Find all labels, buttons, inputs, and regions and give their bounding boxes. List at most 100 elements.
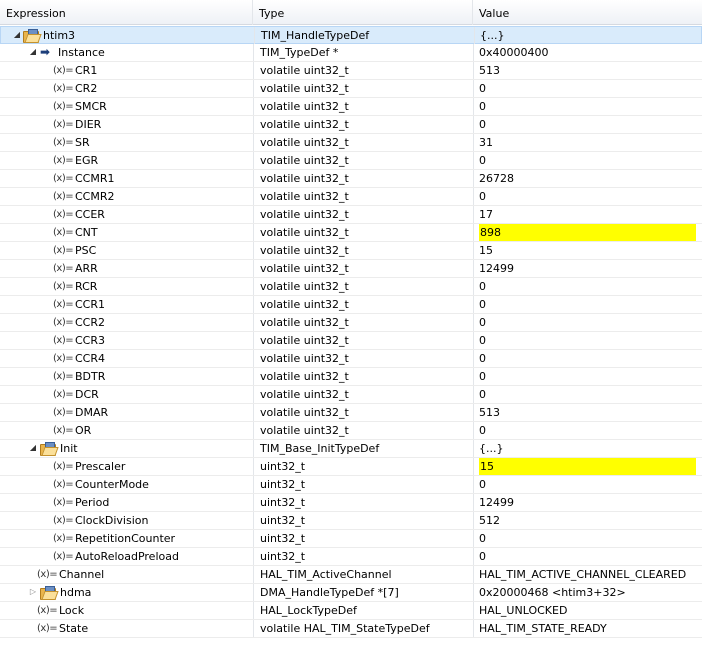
tree-row[interactable]: (x)= ClockDivision uint32_t 512 [0, 512, 702, 530]
value-cell[interactable]: 0x20000468 <htim3+32> [473, 584, 702, 601]
tree-row[interactable]: (x)= SR volatile uint32_t 31 [0, 134, 702, 152]
tree-row[interactable]: (x)= CounterMode uint32_t 0 [0, 476, 702, 494]
value-text: 0x20000468 <htim3+32> [479, 586, 626, 599]
value-cell[interactable]: {...} [473, 440, 702, 457]
tree-row[interactable]: ◢ ➡ Instance TIM_TypeDef * 0x40000400 [0, 44, 702, 62]
value-text: HAL_TIM_ACTIVE_CHANNEL_CLEARED [479, 568, 687, 581]
value-cell[interactable]: 0 [473, 476, 702, 493]
tree-row[interactable]: (x)= Period uint32_t 12499 [0, 494, 702, 512]
variable-icon: (x)= [53, 353, 74, 364]
value-cell[interactable]: 0 [473, 530, 702, 547]
value-cell[interactable]: 513 [473, 62, 702, 79]
tree-row[interactable]: (x)= BDTR volatile uint32_t 0 [0, 368, 702, 386]
tree-row[interactable]: (x)= ARR volatile uint32_t 12499 [0, 260, 702, 278]
tree-row[interactable]: (x)= OR volatile uint32_t 0 [0, 422, 702, 440]
expression-name: CounterMode [75, 478, 149, 491]
value-cell[interactable]: 0 [473, 332, 702, 349]
tree-row[interactable]: (x)= State volatile HAL_TIM_StateTypeDef HA… [0, 620, 702, 638]
tree-row[interactable]: (x)= CNT volatile uint32_t 898 [0, 224, 702, 242]
tree-row[interactable]: (x)= Prescaler uint32_t 15 [0, 458, 702, 476]
type-cell: TIM_Base_InitTypeDef [253, 440, 473, 457]
value-cell[interactable]: 0 [473, 116, 702, 133]
column-header-type[interactable]: Type [253, 0, 473, 25]
type-cell: uint32_t [253, 458, 473, 475]
expression-name: DMAR [75, 406, 109, 419]
tree-row[interactable]: (x)= CCR4 volatile uint32_t 0 [0, 350, 702, 368]
tree-row[interactable]: (x)= RepetitionCounter uint32_t 0 [0, 530, 702, 548]
tree-row[interactable]: ◢ htim3 TIM_HandleTypeDef {...} [0, 26, 702, 44]
tree-row[interactable]: (x)= CCR3 volatile uint32_t 0 [0, 332, 702, 350]
tree-row[interactable]: (x)= DMAR volatile uint32_t 513 [0, 404, 702, 422]
value-cell[interactable]: 0 [473, 98, 702, 115]
value-cell[interactable]: 12499 [473, 494, 702, 511]
expression-name: EGR [75, 154, 99, 167]
tree-row[interactable]: (x)= DIER volatile uint32_t 0 [0, 116, 702, 134]
value-cell[interactable]: 0 [473, 278, 702, 295]
tree-row[interactable]: (x)= CCMR1 volatile uint32_t 26728 [0, 170, 702, 188]
tree-row[interactable]: (x)= AutoReloadPreload uint32_t 0 [0, 548, 702, 566]
tree-row[interactable]: (x)= RCR volatile uint32_t 0 [0, 278, 702, 296]
tree-row[interactable]: (x)= DCR volatile uint32_t 0 [0, 386, 702, 404]
tree-row[interactable]: (x)= CCMR2 volatile uint32_t 0 [0, 188, 702, 206]
tree-row[interactable]: ▷ hdma DMA_HandleTypeDef *[7] 0x20000468 <h… [0, 584, 702, 602]
expression-name: Prescaler [75, 460, 126, 473]
tree-row[interactable]: ◢ Init TIM_Base_InitTypeDef {...} [0, 440, 702, 458]
variable-icon: (x)= [53, 119, 74, 130]
collapse-triangle-icon[interactable]: ◢ [29, 444, 37, 452]
value-cell[interactable]: HAL_TIM_ACTIVE_CHANNEL_CLEARED [473, 566, 702, 583]
variable-icon: (x)= [37, 623, 58, 634]
tree-row[interactable]: (x)= SMCR volatile uint32_t 0 [0, 98, 702, 116]
tree-row[interactable]: (x)= Channel HAL_TIM_ActiveChannel HAL_TIM_… [0, 566, 702, 584]
tree-row[interactable]: (x)= CCR1 volatile uint32_t 0 [0, 296, 702, 314]
value-cell[interactable]: 0 [473, 314, 702, 331]
tree-row[interactable]: (x)= CCR2 volatile uint32_t 0 [0, 314, 702, 332]
value-cell[interactable]: 513 [473, 404, 702, 421]
value-cell[interactable]: 0 [473, 80, 702, 97]
value-cell[interactable]: 0 [473, 188, 702, 205]
value-text: 0 [479, 280, 486, 293]
value-cell[interactable]: 898 [473, 224, 702, 241]
value-cell[interactable]: 17 [473, 206, 702, 223]
column-header-expression[interactable]: Expression [0, 0, 253, 25]
value-cell[interactable]: 0x40000400 [473, 44, 702, 61]
value-cell[interactable]: 512 [473, 512, 702, 529]
tree-row[interactable]: (x)= CR2 volatile uint32_t 0 [0, 80, 702, 98]
value-text: 15 [479, 244, 493, 257]
variable-icon: (x)= [53, 83, 74, 94]
value-text: 0 [479, 298, 486, 311]
value-text: 0 [479, 478, 486, 491]
collapse-triangle-icon[interactable]: ◢ [29, 48, 37, 56]
expression-name: Instance [58, 46, 105, 59]
value-cell[interactable]: 0 [473, 422, 702, 439]
value-cell[interactable]: 0 [473, 548, 702, 565]
type-cell: volatile uint32_t [253, 188, 473, 205]
tree-row[interactable]: (x)= PSC volatile uint32_t 15 [0, 242, 702, 260]
value-cell[interactable]: 0 [473, 152, 702, 169]
value-cell[interactable]: 0 [473, 386, 702, 403]
value-cell[interactable]: HAL_TIM_STATE_READY [473, 620, 702, 637]
value-cell[interactable]: 15 [473, 458, 702, 475]
value-cell[interactable]: 12499 [473, 260, 702, 277]
value-cell[interactable]: 26728 [473, 170, 702, 187]
expand-triangle-icon[interactable]: ▷ [29, 588, 37, 596]
tree-row[interactable]: (x)= EGR volatile uint32_t 0 [0, 152, 702, 170]
expression-name: CCR1 [75, 298, 106, 311]
collapse-triangle-icon[interactable]: ◢ [13, 31, 21, 39]
value-cell[interactable]: 0 [473, 368, 702, 385]
expression-name: CCMR1 [75, 172, 115, 185]
value-cell[interactable]: {...} [474, 27, 702, 44]
value-cell[interactable]: 15 [473, 242, 702, 259]
value-cell[interactable]: 0 [473, 296, 702, 313]
variable-icon: (x)= [53, 227, 74, 238]
variable-icon: (x)= [53, 281, 74, 292]
tree-row[interactable]: (x)= CCER volatile uint32_t 17 [0, 206, 702, 224]
type-cell: uint32_t [253, 548, 473, 565]
column-header-value[interactable]: Value [473, 0, 702, 25]
tree-row[interactable]: (x)= Lock HAL_LockTypeDef HAL_UNLOCKED [0, 602, 702, 620]
expression-name: htim3 [43, 29, 76, 42]
value-cell[interactable]: HAL_UNLOCKED [473, 602, 702, 619]
tree-row[interactable]: (x)= CR1 volatile uint32_t 513 [0, 62, 702, 80]
value-cell[interactable]: 31 [473, 134, 702, 151]
value-cell[interactable]: 0 [473, 350, 702, 367]
variable-icon: (x)= [53, 335, 74, 346]
